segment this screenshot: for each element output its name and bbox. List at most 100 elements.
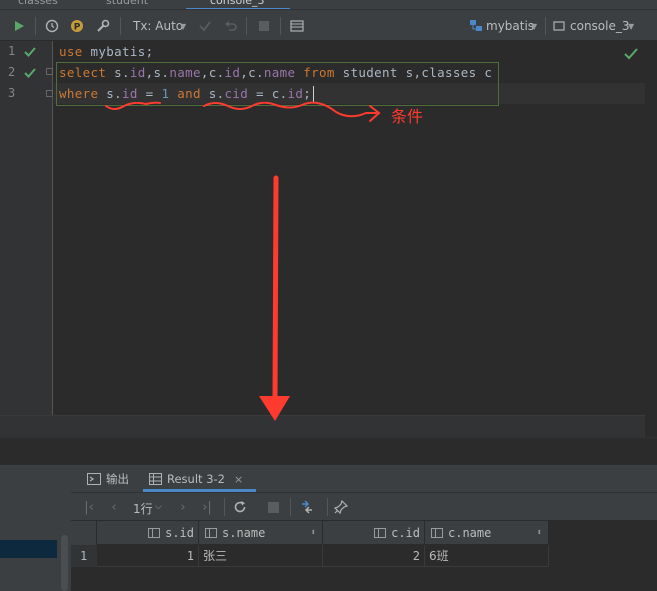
tree-scrollbar[interactable] <box>61 535 68 591</box>
tab-classes[interactable]: classes <box>18 0 58 7</box>
column-header-label: c.id <box>391 526 420 540</box>
result-grid[interactable]: s.id s.name ⬍ c.id c.name ⬍ 1 1 张三 2 6班 <box>71 520 657 591</box>
toolbar-separator <box>290 498 291 516</box>
line-number-gutter: 1 2 3 <box>0 41 53 415</box>
sql-text: ,c. <box>240 65 264 80</box>
prev-page-icon[interactable]: ‹ <box>106 499 122 515</box>
toolbar-separator <box>120 17 121 35</box>
editor-tab-strip: classes student console_3 <box>0 0 657 10</box>
chevron-down-icon[interactable]: ▼ <box>628 22 634 31</box>
first-page-icon[interactable]: |‹ <box>81 499 97 515</box>
fold-marker-icon[interactable] <box>46 68 53 75</box>
sql-text: ; <box>303 86 312 101</box>
line-number: 3 <box>8 86 16 100</box>
column-icon <box>374 528 387 538</box>
sql-text: mybatis; <box>82 44 154 59</box>
text-cursor <box>313 86 314 102</box>
run-icon[interactable] <box>10 17 28 35</box>
table-cell[interactable]: 6班 <box>425 545 549 567</box>
table-cell[interactable]: 1 <box>97 545 199 567</box>
close-icon[interactable]: × <box>234 473 243 486</box>
sql-text: s. <box>98 86 123 101</box>
column-header-c-id[interactable]: c.id <box>323 521 425 545</box>
schema-selector[interactable]: mybatis <box>486 19 534 33</box>
editor-status-strip <box>0 415 645 437</box>
next-page-icon[interactable]: › <box>175 499 191 515</box>
table-icon[interactable] <box>288 17 306 35</box>
tab-result-label: Result 3-2 <box>167 472 225 486</box>
toolbar-separator <box>35 17 36 35</box>
console-selector[interactable]: console_3 <box>570 19 630 33</box>
row-count-selector[interactable]: 1行 <box>133 500 153 517</box>
console-icon <box>550 17 568 35</box>
sql-keyword: where <box>59 86 99 101</box>
p-badge-icon[interactable]: P <box>68 17 86 35</box>
column-icon <box>205 528 217 538</box>
stop-icon[interactable] <box>255 17 273 35</box>
sql-keyword: and <box>177 86 201 101</box>
toolbar-separator <box>224 498 225 516</box>
editor-scrollbar[interactable] <box>645 41 657 437</box>
column-header-label: s.name <box>222 526 266 540</box>
undo-icon[interactable] <box>222 17 240 35</box>
line-number: 1 <box>8 44 16 58</box>
inspection-ok-icon[interactable] <box>624 47 638 61</box>
stop-icon[interactable] <box>265 499 281 515</box>
pin-icon[interactable] <box>333 499 349 515</box>
column-header-label: s.id <box>165 526 194 540</box>
sort-icon[interactable]: ⬍ <box>537 528 542 538</box>
table-cell[interactable]: 2 <box>323 545 425 567</box>
column-header-s-id[interactable]: s.id <box>97 521 199 545</box>
svg-text:P: P <box>74 23 81 33</box>
history-icon[interactable] <box>43 17 61 35</box>
code-line[interactable]: select s.id,s.name,c.id,c.name from stud… <box>59 65 492 80</box>
sql-field: name <box>263 65 296 80</box>
code-line[interactable]: use mybatis; <box>59 44 154 59</box>
grid-icon <box>149 473 162 485</box>
table-cell[interactable]: 张三 <box>199 545 323 567</box>
sort-icon[interactable]: ⬍ <box>311 528 316 538</box>
layout-toggle-icon[interactable] <box>299 499 315 515</box>
sql-field: id <box>129 65 146 80</box>
sql-text: s. <box>106 65 130 80</box>
column-header-c-name[interactable]: c.name ⬍ <box>425 521 549 545</box>
sql-editor[interactable]: 1 2 3 use mybatis; select s.id,s.name,c.… <box>0 41 645 415</box>
sql-field: id <box>287 86 304 101</box>
check-icon[interactable] <box>196 17 214 35</box>
console-toolbar: P Tx: Auto ▼ mybatis ▼ console_3 ▼ <box>0 10 657 41</box>
tx-mode-dropdown[interactable]: Tx: Auto <box>133 19 183 33</box>
refresh-icon[interactable] <box>232 499 248 515</box>
toolbar-separator <box>327 498 328 516</box>
column-icon <box>148 528 161 538</box>
column-icon <box>431 528 443 538</box>
toolbar-separator <box>545 17 546 35</box>
chevron-down-icon[interactable]: ⌵ <box>155 502 162 512</box>
executed-check-icon <box>24 47 36 57</box>
result-tab-strip: 输出 Result 3-2 × <box>71 465 657 492</box>
tab-student[interactable]: student <box>106 0 148 7</box>
wrench-icon[interactable] <box>94 17 112 35</box>
sql-text: ,c. <box>200 65 225 80</box>
sql-keyword: select <box>59 65 107 80</box>
tab-console-3[interactable]: console_3 <box>210 0 265 7</box>
annotation-label: 条件 <box>391 107 424 126</box>
selected-tree-item[interactable] <box>0 540 57 558</box>
schema-icon <box>467 17 485 35</box>
sql-keyword: from <box>303 65 335 80</box>
sql-text: s. <box>200 86 225 101</box>
column-header-s-name[interactable]: s.name ⬍ <box>199 521 323 545</box>
row-number[interactable]: 1 <box>71 545 97 567</box>
chevron-down-icon[interactable]: ▼ <box>180 22 186 31</box>
chevron-down-icon[interactable]: ▼ <box>531 22 537 31</box>
sql-text: ,s. <box>145 65 170 80</box>
services-tree <box>0 465 71 591</box>
row-number-header <box>71 521 97 545</box>
last-page-icon[interactable]: ›| <box>199 499 215 515</box>
output-icon <box>87 473 101 485</box>
tab-result-3-2[interactable]: Result 3-2 × <box>149 471 243 487</box>
tab-output[interactable]: 输出 <box>87 471 129 487</box>
code-line[interactable]: where s.id = 1 and s.cid = c.id; <box>59 86 311 101</box>
fold-marker-icon[interactable] <box>46 90 53 97</box>
sql-field: id <box>224 65 241 80</box>
tab-output-label: 输出 <box>106 472 129 486</box>
